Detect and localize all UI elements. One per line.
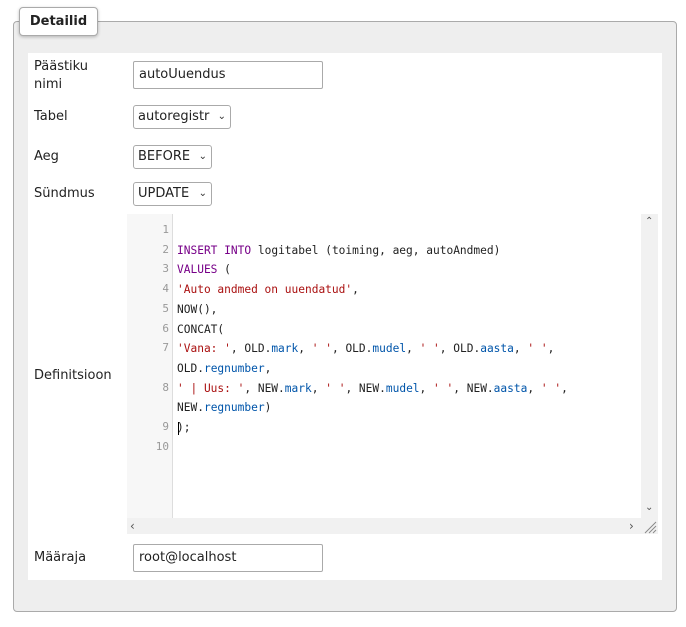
code-token: aasta <box>480 342 514 356</box>
line-number: 9 <box>162 420 169 433</box>
code-token: regnumber <box>203 361 265 375</box>
line-number: 8 <box>162 380 169 394</box>
line-number: 5 <box>162 301 169 315</box>
code-token: , <box>311 381 326 395</box>
trigger-name-input[interactable]: autoUuendus <box>133 61 323 89</box>
time-select[interactable]: BEFORE ⌄ <box>133 145 212 169</box>
table-select-value: autoregistr <box>138 109 210 124</box>
definer-input[interactable]: root@localhost <box>133 544 323 572</box>
chevron-down-icon: ⌄ <box>198 151 207 162</box>
line-number: 4 <box>162 282 169 296</box>
code-token: , OLD. <box>331 342 373 356</box>
code-line: ' | Uus: ', NEW.mark, ' ', NEW.mudel, ' … <box>177 379 568 399</box>
code-token: ' ' <box>540 381 562 395</box>
code-token: CONCAT( <box>177 322 225 336</box>
code-token: INTO <box>224 243 252 257</box>
code-token: , <box>406 342 420 356</box>
chevron-down-icon[interactable]: ⌄ <box>645 502 653 513</box>
code-token: 'Vana: ' <box>177 342 231 356</box>
code-token: ' | Uus: ' <box>177 381 245 395</box>
code-token: mark <box>284 381 312 395</box>
code-token: , <box>527 381 541 395</box>
code-token: , <box>419 381 434 395</box>
table-label: Tabel <box>34 109 68 124</box>
event-label: Sündmus <box>34 186 95 201</box>
code-token: ); <box>177 421 191 434</box>
code-token: , OLD. <box>230 342 272 356</box>
line-number: 7 <box>162 341 169 355</box>
table-select[interactable]: autoregistr ⌄ <box>133 105 231 129</box>
code-line: NOW(), <box>177 300 217 320</box>
code-token: ' ' <box>311 342 332 356</box>
code-token: logitabel (toiming, aeg, autoAndmed) <box>251 243 501 257</box>
definition-code-editor[interactable]: 1 2 3 4 5 6 7 8 9 10 INSERT INTO logitabel (toimi… <box>127 214 658 534</box>
time-select-value: BEFORE <box>138 149 191 164</box>
code-token: , OLD. <box>439 342 481 356</box>
code-token: , <box>352 283 359 297</box>
text-cursor <box>178 422 179 435</box>
code-token: regnumber <box>203 401 265 415</box>
code-line: 'Auto andmed on uuendatud', <box>177 280 359 300</box>
resize-grip-icon[interactable] <box>641 518 658 534</box>
code-token: 'Auto andmed on uuendatud' <box>177 283 353 297</box>
definition-label: Definitsioon <box>34 368 112 383</box>
horizontal-scrollbar[interactable]: ‹ › <box>127 518 641 534</box>
code-token: INSERT <box>177 243 218 257</box>
line-number-gutter <box>127 214 173 518</box>
code-token: NEW. <box>177 401 204 415</box>
code-line: INSERT INTO logitabel (toiming, aeg, aut… <box>177 241 500 261</box>
chevron-down-icon: ⌄ <box>217 111 226 122</box>
time-label: Aeg <box>34 149 59 164</box>
definer-label: Määraja <box>34 550 87 565</box>
code-line: 'Vana: ', OLD.mark, ' ', OLD.mudel, ' ',… <box>177 339 554 359</box>
code-token: ' ' <box>325 381 346 395</box>
line-number: 1 <box>162 223 169 236</box>
code-token: , <box>298 342 312 356</box>
vertical-scrollbar[interactable]: ⌃ ⌄ <box>641 214 658 518</box>
event-select[interactable]: UPDATE ⌄ <box>133 182 212 206</box>
code-token: , NEW. <box>345 381 386 395</box>
code-line: VALUES ( <box>177 260 231 280</box>
code-token: ' ' <box>419 342 440 356</box>
event-select-value: UPDATE <box>138 186 190 201</box>
line-number: 3 <box>162 262 169 276</box>
code-token: NOW(), <box>177 302 218 316</box>
code-token: , <box>547 342 555 356</box>
code-line: NEW.regnumber) <box>177 398 271 418</box>
code-token: OLD. <box>177 361 204 375</box>
code-token: ' ' <box>433 381 454 395</box>
code-token: VALUES <box>177 263 218 277</box>
chevron-up-icon[interactable]: ⌃ <box>645 216 653 227</box>
chevron-left-icon[interactable]: ‹ <box>130 519 135 533</box>
line-number: 10 <box>155 439 169 453</box>
chevron-down-icon: ⌄ <box>198 188 207 199</box>
code-token: ) <box>264 401 272 415</box>
code-token: ' ' <box>527 342 548 356</box>
code-token: , <box>561 381 568 395</box>
line-number: 2 <box>162 242 169 256</box>
code-token: , <box>513 342 528 356</box>
code-token: , <box>264 361 272 375</box>
code-line: CONCAT( <box>177 320 224 340</box>
code-line: ); <box>177 418 190 438</box>
trigger-name-label: Päästiku nimi <box>34 59 89 92</box>
code-token: mudel <box>372 342 407 356</box>
code-token: , NEW. <box>244 381 285 395</box>
code-token: ( <box>217 263 231 277</box>
code-line: OLD.regnumber, <box>177 359 271 379</box>
details-legend: Detailid <box>19 7 98 36</box>
code-token: , NEW. <box>453 381 494 395</box>
line-number: 6 <box>162 321 169 335</box>
code-token: mark <box>271 342 299 356</box>
code-token: mudel <box>385 381 420 395</box>
code-token: aasta <box>493 381 528 395</box>
chevron-right-icon[interactable]: › <box>629 519 634 533</box>
